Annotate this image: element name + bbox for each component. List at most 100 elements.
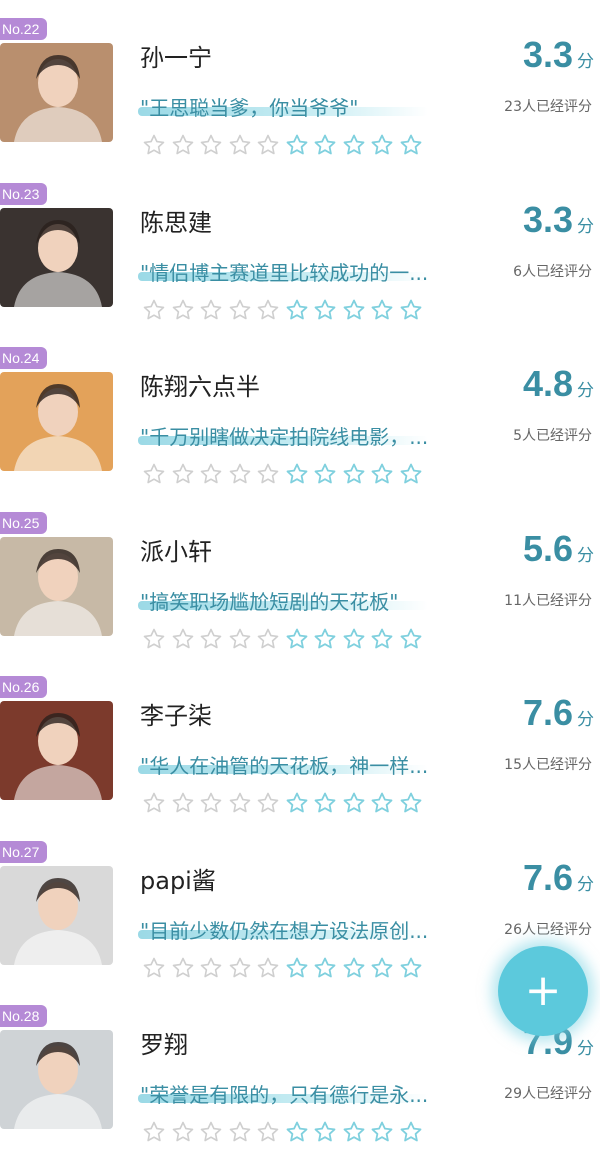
rating-star-icon[interactable]: [169, 955, 198, 981]
rating-star-icon[interactable]: [197, 132, 226, 158]
rating-star-icon[interactable]: [254, 297, 283, 323]
avatar[interactable]: [0, 1030, 113, 1129]
list-item[interactable]: No.24 陈翔六点半 "千万别瞎做决定拍院线电影，... 4.8 分 5人已经评分: [0, 333, 600, 498]
creator-name[interactable]: 李子柒: [140, 696, 212, 731]
rating-star-icon[interactable]: [368, 790, 397, 816]
quote-text[interactable]: "搞笑职场尴尬短剧的天花板": [140, 586, 398, 615]
rating-star-icon[interactable]: [197, 790, 226, 816]
rating-star-icon[interactable]: [226, 955, 255, 981]
list-item[interactable]: No.23 陈思建 "情侣博主赛道里比较成功的一... 3.3 分 6人已经评分: [0, 169, 600, 334]
avatar[interactable]: [0, 701, 113, 800]
quote-text[interactable]: "荣誉是有限的，只有德行是永...: [140, 1079, 428, 1108]
creator-name[interactable]: 孙一宁: [140, 38, 212, 73]
rating-star-icon[interactable]: [226, 790, 255, 816]
rating-stars[interactable]: [140, 297, 425, 323]
rating-stars[interactable]: [140, 626, 425, 652]
rating-star-icon[interactable]: [283, 297, 312, 323]
avatar[interactable]: [0, 207, 113, 307]
rating-star-icon[interactable]: [140, 955, 169, 981]
rating-star-icon[interactable]: [169, 1119, 198, 1145]
avatar[interactable]: [0, 43, 113, 142]
rating-star-icon[interactable]: [254, 790, 283, 816]
rating-star-icon[interactable]: [254, 1119, 283, 1145]
rating-star-icon[interactable]: [340, 626, 369, 652]
rating-star-icon[interactable]: [368, 132, 397, 158]
rating-star-icon[interactable]: [397, 790, 426, 816]
rating-star-icon[interactable]: [397, 626, 426, 652]
rating-star-icon[interactable]: [340, 132, 369, 158]
rating-star-icon[interactable]: [340, 1119, 369, 1145]
rating-star-icon[interactable]: [368, 297, 397, 323]
rating-star-icon[interactable]: [226, 297, 255, 323]
rating-stars[interactable]: [140, 1119, 425, 1145]
rating-star-icon[interactable]: [368, 626, 397, 652]
add-button[interactable]: +: [498, 946, 588, 1036]
rating-star-icon[interactable]: [283, 1119, 312, 1145]
rating-star-icon[interactable]: [140, 461, 169, 487]
rating-star-icon[interactable]: [254, 626, 283, 652]
rating-star-icon[interactable]: [283, 626, 312, 652]
rating-star-icon[interactable]: [397, 297, 426, 323]
rating-star-icon[interactable]: [311, 1119, 340, 1145]
rating-star-icon[interactable]: [340, 955, 369, 981]
creator-name[interactable]: 陈翔六点半: [140, 367, 260, 402]
rating-star-icon[interactable]: [254, 955, 283, 981]
avatar[interactable]: [0, 865, 113, 965]
rating-star-icon[interactable]: [140, 132, 169, 158]
rating-star-icon[interactable]: [226, 461, 255, 487]
rating-star-icon[interactable]: [283, 461, 312, 487]
rating-star-icon[interactable]: [283, 955, 312, 981]
rating-star-icon[interactable]: [311, 626, 340, 652]
rating-star-icon[interactable]: [140, 626, 169, 652]
rating-star-icon[interactable]: [226, 626, 255, 652]
rating-star-icon[interactable]: [197, 1119, 226, 1145]
quote-text[interactable]: "目前少数仍然在想方设法原创...: [140, 915, 428, 944]
rating-star-icon[interactable]: [283, 790, 312, 816]
list-item[interactable]: No.25 派小轩 "搞笑职场尴尬短剧的天花板" 5.6 分 11人已经评分: [0, 498, 600, 663]
rating-star-icon[interactable]: [368, 1119, 397, 1145]
rating-star-icon[interactable]: [169, 132, 198, 158]
rating-star-icon[interactable]: [197, 626, 226, 652]
rating-star-icon[interactable]: [340, 790, 369, 816]
rating-star-icon[interactable]: [169, 626, 198, 652]
rating-star-icon[interactable]: [283, 132, 312, 158]
rating-stars[interactable]: [140, 461, 425, 487]
rating-star-icon[interactable]: [197, 461, 226, 487]
rating-star-icon[interactable]: [169, 297, 198, 323]
rating-star-icon[interactable]: [140, 1119, 169, 1145]
rating-star-icon[interactable]: [340, 297, 369, 323]
rating-star-icon[interactable]: [169, 790, 198, 816]
creator-name[interactable]: papi酱: [140, 861, 216, 896]
rating-star-icon[interactable]: [311, 132, 340, 158]
rating-star-icon[interactable]: [254, 461, 283, 487]
creator-name[interactable]: 陈思建: [140, 203, 212, 238]
rating-stars[interactable]: [140, 790, 425, 816]
quote-text[interactable]: "王思聪当爹，你当爷爷": [140, 92, 358, 121]
rating-star-icon[interactable]: [368, 955, 397, 981]
creator-name[interactable]: 罗翔: [140, 1025, 188, 1060]
quote-text[interactable]: "华人在油管的天花板，神一样...: [140, 750, 428, 779]
rating-star-icon[interactable]: [197, 955, 226, 981]
rating-star-icon[interactable]: [397, 461, 426, 487]
rating-star-icon[interactable]: [140, 297, 169, 323]
rating-star-icon[interactable]: [140, 790, 169, 816]
rating-star-icon[interactable]: [311, 461, 340, 487]
rating-star-icon[interactable]: [368, 461, 397, 487]
avatar[interactable]: [0, 536, 113, 636]
rating-star-icon[interactable]: [397, 132, 426, 158]
rating-star-icon[interactable]: [311, 955, 340, 981]
list-item[interactable]: No.22 孙一宁 "王思聪当爹，你当爷爷" 3.3 分 23人已经评分: [0, 4, 600, 169]
rating-stars[interactable]: [140, 955, 425, 981]
rating-star-icon[interactable]: [254, 132, 283, 158]
rating-star-icon[interactable]: [169, 461, 198, 487]
creator-name[interactable]: 派小轩: [140, 532, 212, 567]
rating-star-icon[interactable]: [226, 132, 255, 158]
rating-star-icon[interactable]: [397, 1119, 426, 1145]
rating-star-icon[interactable]: [311, 790, 340, 816]
rating-stars[interactable]: [140, 132, 425, 158]
list-item[interactable]: No.26 李子柒 "华人在油管的天花板，神一样... 7.6 分 15人已经评分: [0, 662, 600, 827]
rating-star-icon[interactable]: [340, 461, 369, 487]
quote-text[interactable]: "情侣博主赛道里比较成功的一...: [140, 257, 428, 286]
rating-star-icon[interactable]: [397, 955, 426, 981]
rating-star-icon[interactable]: [197, 297, 226, 323]
